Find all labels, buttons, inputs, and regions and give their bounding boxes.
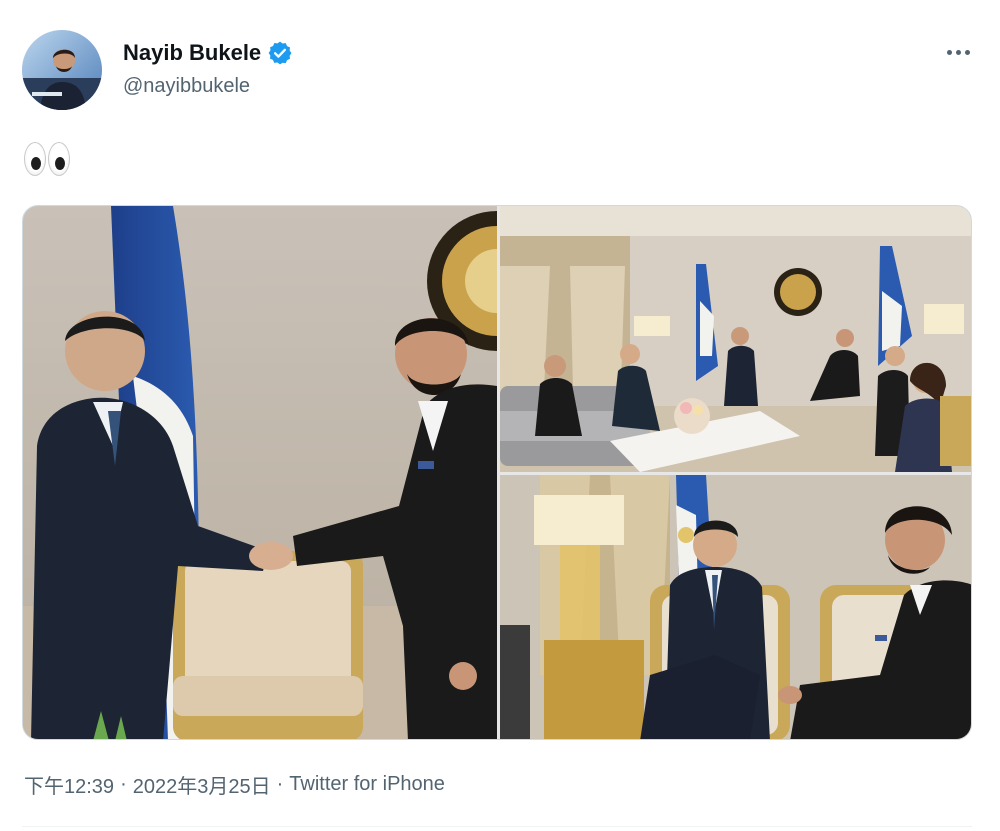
avatar[interactable]: [22, 30, 102, 110]
tweet: Nayib Bukele @nayibbukele 下午12:39 · 2022…: [0, 0, 1000, 831]
media-grid: [22, 205, 972, 740]
verified-badge-icon: [267, 40, 293, 66]
meta-separator: ·: [120, 773, 127, 795]
photo-handshake[interactable]: [23, 206, 497, 739]
more-options-button[interactable]: [938, 38, 978, 66]
tweet-source-link[interactable]: Twitter for iPhone: [289, 773, 445, 796]
left-eye-icon: [24, 142, 46, 176]
tweet-time[interactable]: 下午12:39: [24, 770, 114, 799]
tweet-meta: 下午12:39 · 2022年3月25日 · Twitter for iPhon…: [24, 770, 445, 799]
more-dot-icon: [964, 49, 970, 55]
tweet-date[interactable]: 2022年3月25日: [133, 770, 271, 799]
photo-seated-conversation[interactable]: [500, 475, 971, 739]
tweet-text-eyes-emoji-icon: [24, 142, 70, 182]
author-display-name[interactable]: Nayib Bukele: [123, 40, 261, 66]
photo-meeting-room[interactable]: [500, 206, 971, 472]
author-handle[interactable]: @nayibbukele: [123, 75, 250, 98]
right-eye-icon: [48, 142, 70, 176]
more-dot-icon: [955, 49, 961, 55]
meta-separator: ·: [276, 773, 284, 795]
divider: [22, 826, 972, 827]
author-name-row: Nayib Bukele: [123, 38, 293, 68]
more-dot-icon: [946, 49, 952, 55]
